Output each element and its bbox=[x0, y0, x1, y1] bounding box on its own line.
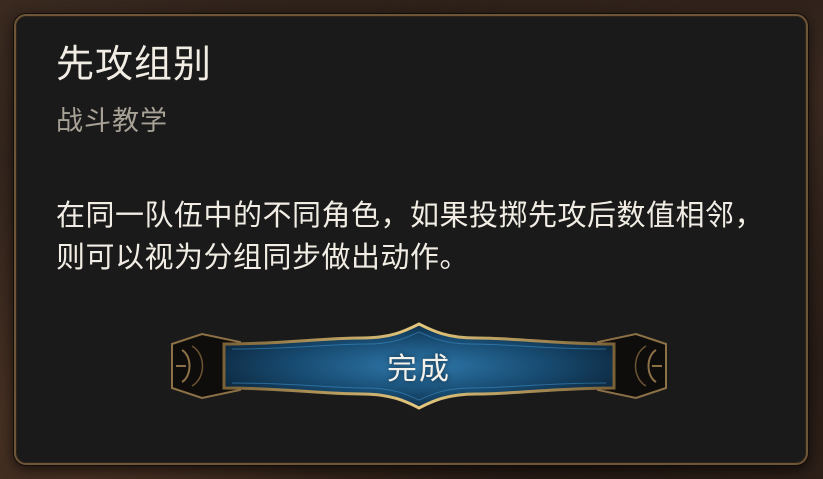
tutorial-dialog: 先攻组别 战斗教学 在同一队伍中的不同角色，如果投掷先攻后数值相邻，则可以视为分… bbox=[14, 14, 808, 465]
dialog-subtitle: 战斗教学 bbox=[56, 106, 168, 137]
dialog-body: 在同一队伍中的不同角色，如果投掷先攻后数值相邻，则可以视为分组同步做出动作。 bbox=[56, 198, 765, 274]
confirm-button[interactable]: 完成 bbox=[162, 316, 676, 416]
dialog-title: 先攻组别 bbox=[56, 42, 213, 86]
confirm-button-label: 完成 bbox=[387, 352, 451, 387]
